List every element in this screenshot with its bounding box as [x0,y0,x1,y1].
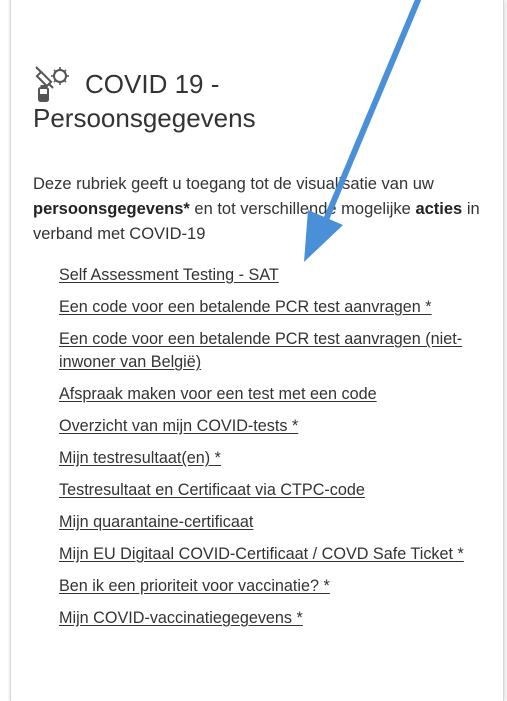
intro-bold-persoonsgegevens: persoonsgegevens* [33,200,190,218]
action-links-list: Self Assessment Testing - SAT Een code v… [59,264,489,639]
list-item: Mijn quarantaine-certificaat [59,511,489,534]
list-item: Ben ik een prioriteit voor vaccinatie? * [59,575,489,598]
covid-vaccine-icon [35,66,69,102]
link-vaccination-data[interactable]: Mijn COVID-vaccinatiegegevens * [59,609,303,627]
list-item: Afspraak maken voor een test met een cod… [59,383,489,406]
list-item: Mijn testresultaat(en) * [59,447,489,470]
link-self-assessment-testing[interactable]: Self Assessment Testing - SAT [59,266,279,284]
covid-panel: COVID 19 - Persoonsgegevens Deze rubriek… [10,0,504,701]
intro-part1: Deze rubriek geeft u toegang tot de visu… [33,175,434,193]
list-item: Overzicht van mijn COVID-tests * [59,415,489,438]
link-make-test-appointment[interactable]: Afspraak maken voor een test met een cod… [59,385,377,403]
link-ctpc-code-result[interactable]: Testresultaat en Certificaat via CTPC-co… [59,481,365,499]
list-item: Self Assessment Testing - SAT [59,264,489,287]
link-request-paid-pcr-code-non-resident[interactable]: Een code voor een betalende PCR test aan… [59,330,462,371]
list-item: Een code voor een betalende PCR test aan… [59,296,489,319]
link-request-paid-pcr-code[interactable]: Een code voor een betalende PCR test aan… [59,298,432,316]
page-title-line1: COVID 19 - [85,69,220,99]
link-my-test-results[interactable]: Mijn testresultaat(en) * [59,449,221,467]
link-vaccination-priority[interactable]: Ben ik een prioriteit voor vaccinatie? * [59,577,330,595]
link-my-covid-tests-overview[interactable]: Overzicht van mijn COVID-tests * [59,417,298,435]
intro-part2: en tot verschillende mogelijke [189,200,416,218]
list-item: Testresultaat en Certificaat via CTPC-co… [59,479,489,502]
link-quarantine-certificate[interactable]: Mijn quarantaine-certificaat [59,513,253,531]
list-item: Een code voor een betalende PCR test aan… [59,328,489,374]
intro-bold-acties: acties [415,200,463,218]
intro-text: Deze rubriek geeft u toegang tot de visu… [33,172,485,247]
list-item: Mijn COVID-vaccinatiegegevens * [59,607,489,630]
page-title-line2: Persoonsgegevens [33,103,256,133]
link-eu-digital-covid-certificate[interactable]: Mijn EU Digitaal COVID-Certificaat / COV… [59,545,464,563]
list-item: Mijn EU Digitaal COVID-Certificaat / COV… [59,543,489,566]
